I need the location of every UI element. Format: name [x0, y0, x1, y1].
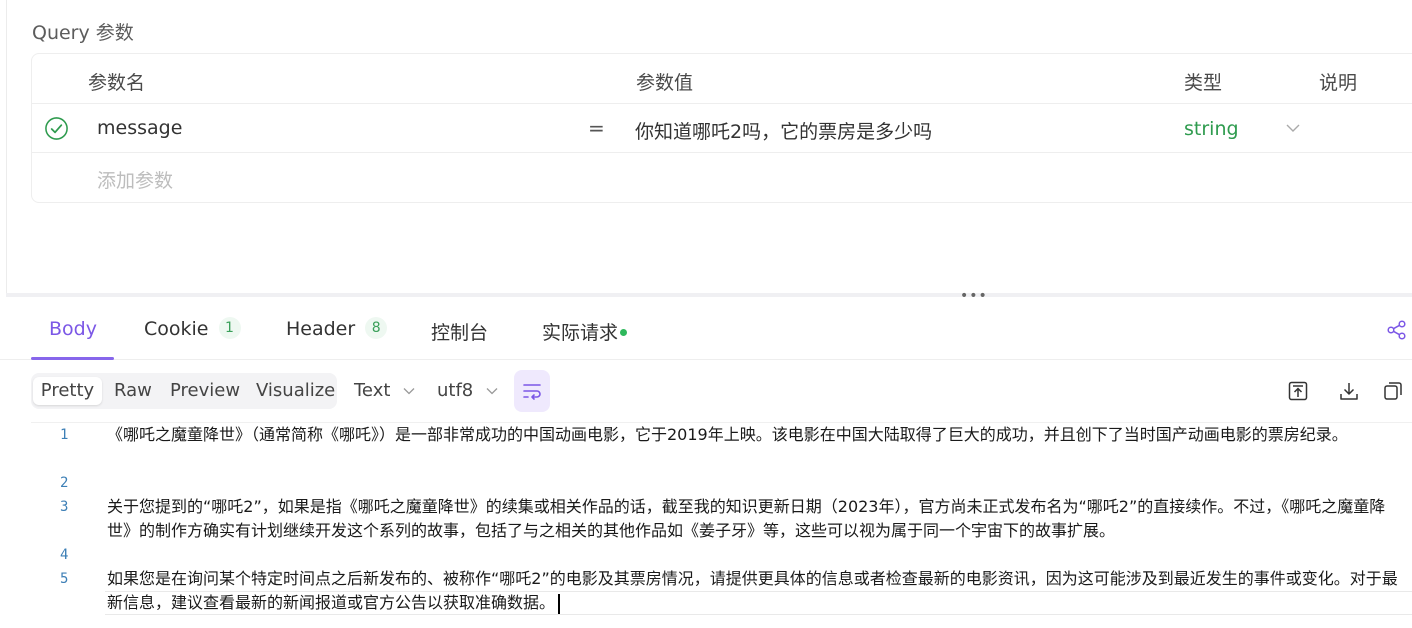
chevron-down-icon[interactable] [1285, 120, 1301, 136]
add-param-placeholder[interactable]: 添加参数 [97, 166, 173, 193]
line-number: 1 [60, 427, 69, 443]
view-pretty-button[interactable]: Pretty [33, 377, 102, 405]
tab-cookie[interactable]: Cookie 1 [144, 316, 241, 341]
tab-console[interactable]: 控制台 [431, 318, 488, 345]
line-number: 3 [60, 499, 69, 515]
tab-header[interactable]: Header 8 [286, 316, 388, 341]
copy-icon[interactable] [1382, 380, 1404, 402]
query-params-title: Query 参数 [32, 22, 134, 44]
line-number: 2 [60, 475, 69, 491]
response-tabs: Body Cookie 1 Header 8 控制台 实际请求 [0, 300, 1412, 360]
param-row[interactable]: message = 你知道哪吒2吗，它的票房是多少吗 string [32, 104, 1412, 153]
param-name-input[interactable]: message [97, 117, 182, 139]
cookie-count-badge: 1 [218, 316, 241, 339]
format-select[interactable]: Text [354, 380, 416, 401]
code-line: 关于您提到的“哪吒2”，如果是指《哪吒之魔童降世》的续集或相关作品的话，截至我的… [107, 497, 1386, 540]
params-table-header: 参数名 参数值 类型 说明 [32, 54, 1412, 104]
status-dot [620, 329, 628, 336]
text-cursor [558, 593, 561, 614]
param-value-input[interactable]: 你知道哪吒2吗，它的票房是多少吗 [635, 117, 932, 144]
line-number: 5 [60, 571, 69, 587]
equals-sign: = [588, 116, 605, 140]
code-line: 如果您是在询问某个特定时间点之后新发布的、被称作“哪吒2”的电影及其票房情况，请… [107, 569, 1398, 614]
code-line: 《哪吒之魔童降世》（通常简称《哪吒》）是一部非常成功的中国动画电影，它于2019… [107, 425, 1348, 444]
header-param-desc: 说明 [1319, 72, 1358, 94]
view-visualize-button[interactable]: Visualize [256, 377, 335, 405]
query-params-table: 参数名 参数值 类型 说明 message = 你知道哪吒2吗，它的票房是多少吗… [31, 53, 1412, 203]
upload-icon[interactable] [1287, 380, 1309, 402]
chevron-down-icon [486, 388, 498, 395]
word-wrap-button[interactable] [514, 370, 550, 412]
header-param-value: 参数值 [636, 72, 694, 94]
header-param-type: 类型 [1184, 72, 1223, 94]
view-raw-button[interactable]: Raw [114, 377, 152, 405]
tab-actual-request[interactable]: 实际请求 [542, 318, 628, 345]
line-number: 4 [60, 547, 69, 563]
view-preview-button[interactable]: Preview [170, 377, 240, 405]
param-type-select[interactable]: string [1184, 118, 1239, 140]
drag-handle-icon[interactable]: ••• [960, 289, 988, 303]
active-tab-indicator [31, 357, 114, 360]
check-circle-icon[interactable] [44, 116, 69, 141]
share-icon[interactable] [1386, 319, 1408, 341]
panel-splitter[interactable] [6, 293, 1412, 297]
header-count-badge: 8 [365, 316, 388, 339]
view-mode-segmented: Pretty Raw Preview Visualize [31, 373, 337, 409]
wrap-lines-icon [523, 384, 541, 400]
header-param-name: 参数名 [88, 72, 146, 94]
chevron-down-icon [403, 388, 415, 395]
encoding-select[interactable]: utf8 [437, 380, 499, 401]
left-border [6, 0, 7, 294]
tab-body[interactable]: Body [49, 318, 97, 340]
download-icon[interactable] [1338, 380, 1360, 402]
